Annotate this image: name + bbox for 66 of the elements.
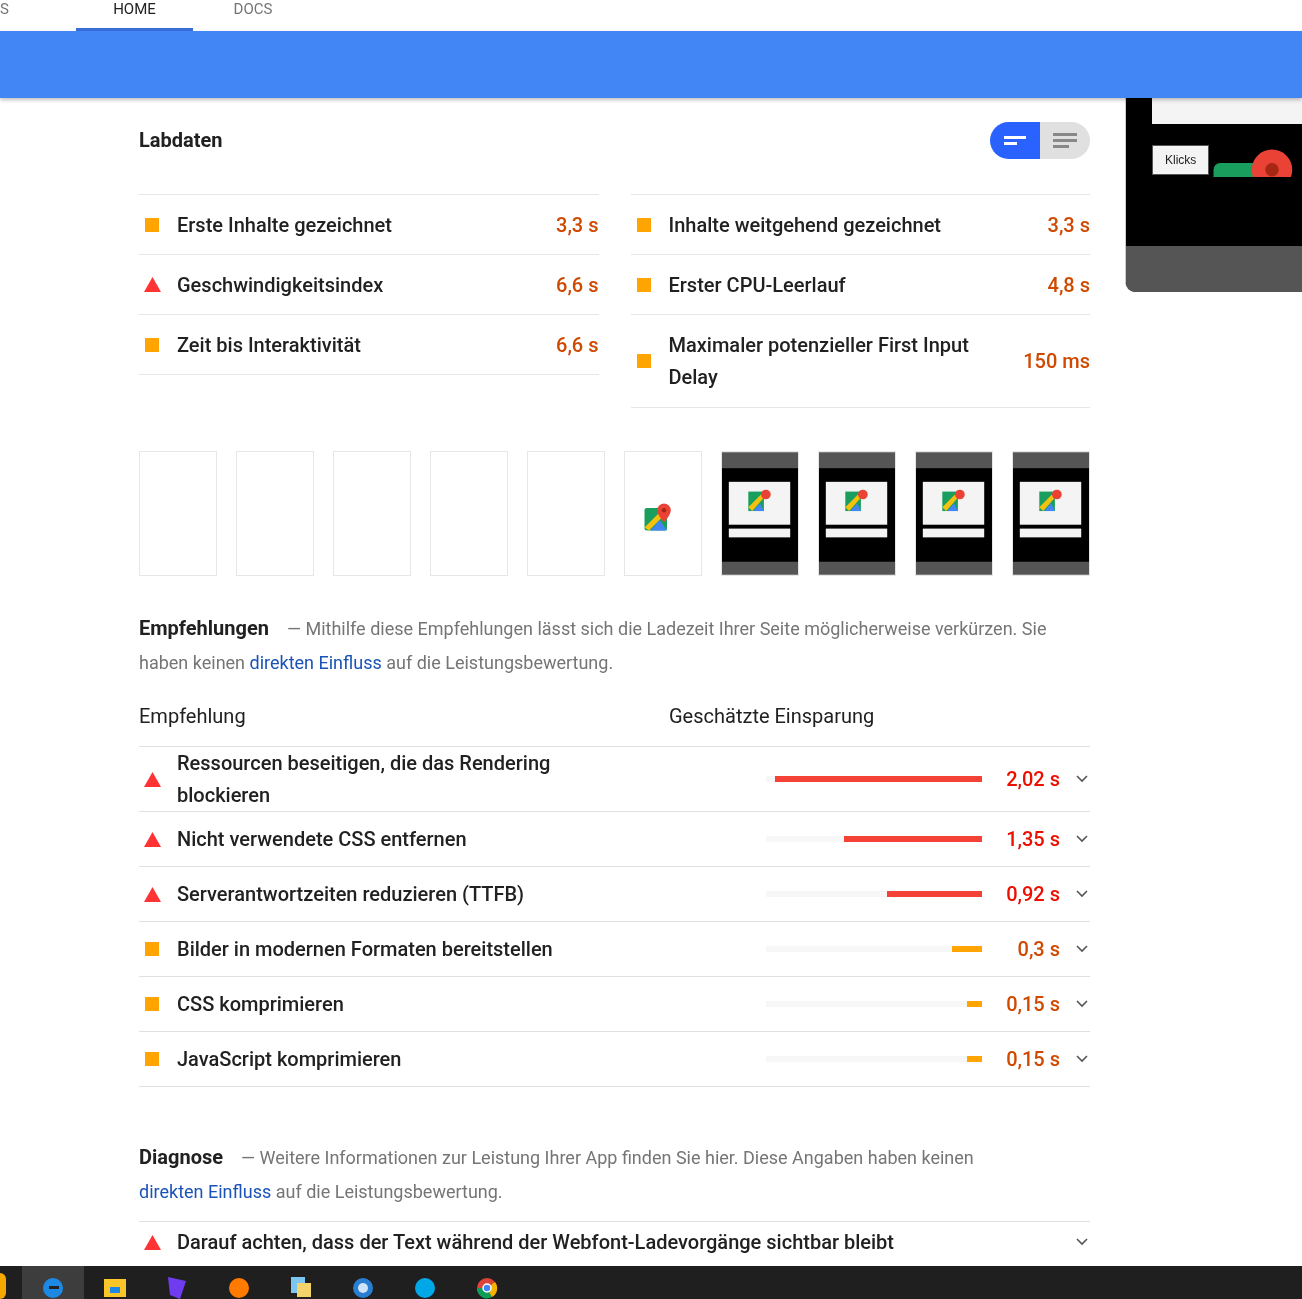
savings-value: 0,92 s [1005, 882, 1060, 906]
recommendation-row[interactable]: Bilder in modernen Formaten bereitstellen 0,3 s [139, 922, 1090, 977]
diagnostic-label: Darauf achten, dass der Text während der Webfont-Ladevorgänge sichtbar bleibt [177, 1229, 896, 1256]
recommendation-row[interactable]: Ressourcen beseitigen, die das Rendering blockieren 2,02 s [139, 747, 1090, 812]
metric-value: 4,8 s [1047, 272, 1090, 297]
warning-triangle-icon [144, 1233, 161, 1251]
recommendation-row[interactable]: CSS komprimieren 0,15 s [139, 977, 1090, 1032]
metric-value: 150 ms [1023, 349, 1090, 373]
metric-value: 3,3 s [556, 212, 599, 237]
link[interactable]: direkten Einfluss [139, 1181, 272, 1202]
metric-label: Maximaler potenzieller First Input Delay [668, 332, 970, 391]
metric-label: Erster CPU-Leerlauf [668, 271, 847, 299]
warning-triangle-icon [144, 830, 161, 848]
map-pin-icon [643, 502, 673, 532]
square-icon [145, 1052, 159, 1066]
section-intro: Diagnose — Weitere Informationen zur Leistung Ihrer App finden Sie hier. Diese Angaben haben keinen direkten Einfluss auf die Leistungsbewertung. [139, 1144, 975, 1204]
recommendation-label: Serverantwortzeiten reduzieren (TTFB) [177, 881, 526, 908]
square-icon [145, 217, 159, 232]
square-icon [636, 354, 651, 368]
warning-triangle-icon [144, 770, 161, 788]
recommendation-row[interactable]: JavaScript komprimieren 0,15 s [139, 1032, 1090, 1087]
square-icon [145, 997, 159, 1011]
recommendation-label: Nicht verwendete CSS entfernen [177, 826, 468, 853]
list-view-toggle[interactable] [1040, 121, 1090, 159]
recommendation-label: Ressourcen beseitigen, die das Rendering blockieren [177, 750, 552, 809]
savings-value: 1,35 s [1005, 827, 1060, 851]
app-icon [0, 1273, 6, 1299]
chevron-icon [1076, 1055, 1088, 1063]
savings-value: 0,3 s [1016, 937, 1060, 961]
column-header: Empfehlung [139, 704, 247, 728]
recommendation-label: CSS komprimieren [177, 991, 345, 1018]
savings-value: 0,15 s [1005, 1047, 1060, 1071]
link[interactable]: direkten Einfluss [249, 652, 382, 673]
recommendation-row[interactable]: Nicht verwendete CSS entfernen 1,35 s [139, 812, 1090, 867]
recommendation-label: Bilder in modernen Formaten bereitstellen [177, 936, 554, 963]
summary-view-toggle[interactable] [990, 121, 1040, 159]
metric-value: 6,6 s [556, 272, 599, 297]
chevron-icon [1076, 775, 1088, 783]
chevron-icon [1076, 835, 1088, 843]
chevron-icon [1076, 1000, 1088, 1008]
chevron-icon [1076, 945, 1088, 953]
recommendation-row[interactable]: Serverantwortzeiten reduzieren (TTFB) 0,92 s [139, 867, 1090, 922]
metric-label: Geschwindigkeitsindex [177, 271, 385, 299]
lines-icon [1053, 132, 1077, 148]
recommendation-label: JavaScript komprimieren [177, 1046, 403, 1073]
chevron-icon [1076, 890, 1088, 898]
nav-tab[interactable]: DOCS [193, 0, 313, 28]
section-intro: Empfehlungen — Mithilfe diese Empfehlungen lässt sich die Ladezeit Ihrer Seite möglicherweise verkürzen. Sie haben keinen direkten Einfluss auf die Leistungsbewertung. [139, 615, 1048, 675]
diagnostic-row[interactable]: Darauf achten, dass der Text während der Webfont-Ladevorgänge sichtbar bleibt [139, 1221, 1090, 1262]
section-title: Labdaten [139, 128, 223, 152]
savings-value: 2,02 s [1005, 767, 1060, 791]
metric-label: Inhalte weitgehend gezeichnet [668, 211, 943, 239]
metric-label: Zeit bis Interaktivität [177, 331, 362, 359]
warning-triangle-icon [144, 885, 161, 903]
metric-value: 3,3 s [1047, 212, 1090, 237]
chevron-icon [1076, 1238, 1088, 1246]
square-icon [636, 217, 651, 232]
square-icon [145, 942, 159, 956]
metric-label: Erste Inhalte gezeichnet [177, 211, 393, 239]
savings-value: 0,15 s [1005, 992, 1060, 1016]
square-icon [145, 337, 159, 352]
warning-triangle-icon [144, 276, 161, 293]
metric-value: 6,6 s [556, 332, 599, 357]
square-icon [636, 277, 651, 292]
nav-tab[interactable]: S [0, 0, 20, 28]
column-header: Geschätzte Einsparung [669, 704, 875, 728]
